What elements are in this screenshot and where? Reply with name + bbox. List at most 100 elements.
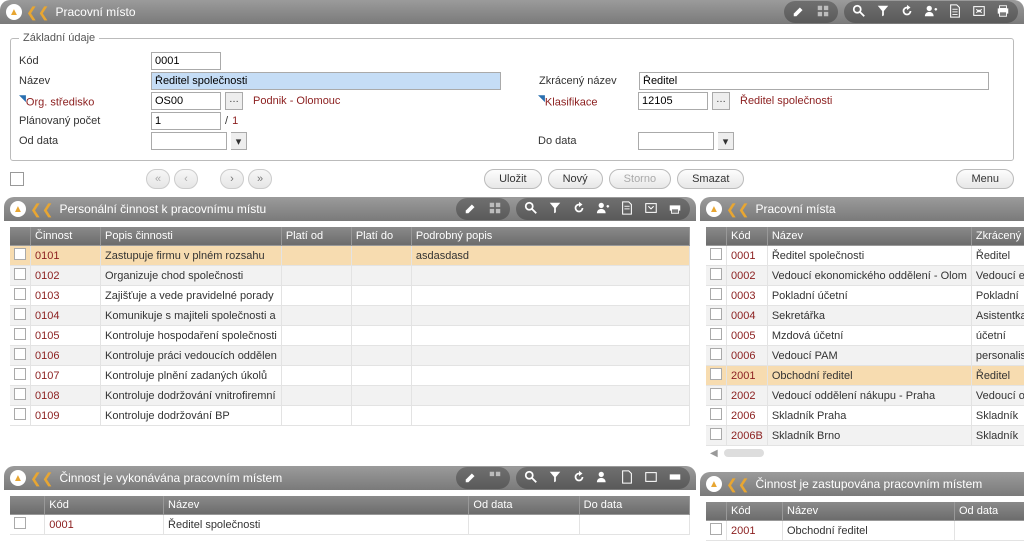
document-icon[interactable] xyxy=(620,470,634,487)
collapse-icon[interactable]: ▲ xyxy=(10,470,26,486)
table-row[interactable]: 0102Organizuje chod společnosti xyxy=(10,266,690,286)
edit-icon[interactable] xyxy=(464,470,478,487)
row-checkbox[interactable] xyxy=(710,428,722,440)
planovany-input[interactable] xyxy=(151,112,221,130)
table-row[interactable]: 0104Komunikuje s majiteli společnosti a xyxy=(10,306,690,326)
delete-button[interactable]: Smazat xyxy=(677,169,744,189)
dodata-dropdown-icon[interactable]: ▾ xyxy=(718,132,734,150)
table-row[interactable]: 0108Kontroluje dodržování vnitrofiremní xyxy=(10,386,690,406)
export-icon[interactable] xyxy=(972,4,986,21)
zast-grid[interactable]: Kód Název Od data 2001Obchodní ředitel xyxy=(706,502,1024,541)
nav-first-icon[interactable]: « xyxy=(146,169,170,189)
row-checkbox[interactable] xyxy=(710,408,722,420)
filter-icon[interactable] xyxy=(548,470,562,487)
collapse-icon[interactable]: ▲ xyxy=(706,201,722,217)
klas-input[interactable] xyxy=(638,92,708,110)
row-checkbox[interactable] xyxy=(14,348,26,360)
nav-next-icon[interactable]: › xyxy=(220,169,244,189)
scroll-left-icon[interactable]: ◀ xyxy=(710,448,718,459)
row-checkbox[interactable] xyxy=(14,388,26,400)
print-icon[interactable] xyxy=(996,4,1010,21)
document-icon[interactable] xyxy=(948,4,962,21)
table-row[interactable]: 0005Mzdová účetníúčetní xyxy=(706,326,1024,346)
table-row[interactable]: 2002Vedoucí oddělení nákupu - PrahaVedou… xyxy=(706,386,1024,406)
kod-input[interactable] xyxy=(151,52,221,70)
row-checkbox[interactable] xyxy=(14,328,26,340)
row-checkbox[interactable] xyxy=(710,348,722,360)
new-button[interactable]: Nový xyxy=(548,169,603,189)
table-row[interactable]: 2001Obchodní ředitel xyxy=(706,521,1024,541)
open-menu-icon[interactable]: ❮❮ xyxy=(726,201,749,218)
dodata-input[interactable] xyxy=(638,132,714,150)
table-row[interactable]: 2006Skladník PrahaSkladník xyxy=(706,406,1024,426)
user-icon[interactable] xyxy=(596,201,610,218)
search-icon[interactable] xyxy=(524,201,538,218)
print-icon[interactable] xyxy=(668,201,682,218)
open-menu-icon[interactable]: ❮❮ xyxy=(26,4,49,21)
table-row[interactable]: 2006BSkladník BrnoSkladník xyxy=(706,426,1024,446)
collapse-icon[interactable]: ▲ xyxy=(10,201,26,217)
row-checkbox[interactable] xyxy=(14,517,26,529)
document-icon[interactable] xyxy=(620,201,634,218)
table-row[interactable]: 0105Kontroluje hospodaření společnosti xyxy=(10,326,690,346)
oddata-dropdown-icon[interactable]: ▾ xyxy=(231,132,247,150)
table-row[interactable]: 0006Vedoucí PAMpersonalista xyxy=(706,346,1024,366)
selectall-checkbox[interactable] xyxy=(10,172,24,186)
collapse-icon[interactable]: ▲ xyxy=(6,4,22,20)
table-row[interactable]: 0106Kontroluje práci vedoucích oddělen xyxy=(10,346,690,366)
mista-grid[interactable]: Kód Název Zkrácený náze 0001Ředitel spol… xyxy=(706,227,1024,446)
table-row[interactable]: 0004SekretářkaAsistentka xyxy=(706,306,1024,326)
row-checkbox[interactable] xyxy=(710,328,722,340)
cinnost-grid[interactable]: Činnost Popis činnosti Platí od Platí do… xyxy=(10,227,690,426)
edit-icon[interactable] xyxy=(464,201,478,218)
row-checkbox[interactable] xyxy=(14,248,26,260)
save-button[interactable]: Uložit xyxy=(484,169,542,189)
open-menu-icon[interactable]: ❮❮ xyxy=(30,470,53,487)
export-icon[interactable] xyxy=(644,470,658,487)
scrollbar[interactable] xyxy=(724,449,764,457)
row-checkbox[interactable] xyxy=(14,408,26,420)
org-input[interactable] xyxy=(151,92,221,110)
vykon-grid[interactable]: Kód Název Od data Do data 0001Ředitel sp… xyxy=(10,496,690,535)
row-checkbox[interactable] xyxy=(14,288,26,300)
row-checkbox[interactable] xyxy=(710,368,722,380)
table-row[interactable]: 0001Ředitel společnosti xyxy=(10,515,690,535)
refresh-icon[interactable] xyxy=(572,470,586,487)
open-menu-icon[interactable]: ❮❮ xyxy=(726,476,749,493)
table-row[interactable]: 0002Vedoucí ekonomického oddělení - Olom… xyxy=(706,266,1024,286)
filter-icon[interactable] xyxy=(876,4,890,21)
row-checkbox[interactable] xyxy=(710,268,722,280)
search-icon[interactable] xyxy=(852,4,866,21)
table-row[interactable]: 2001Obchodní ředitelŘeditel xyxy=(706,366,1024,386)
row-checkbox[interactable] xyxy=(710,248,722,260)
export-icon[interactable] xyxy=(644,201,658,218)
user-icon[interactable] xyxy=(596,470,610,487)
user-icon[interactable] xyxy=(924,4,938,21)
row-checkbox[interactable] xyxy=(710,523,722,535)
row-checkbox[interactable] xyxy=(710,308,722,320)
table-row[interactable]: 0109Kontroluje dodržování BP xyxy=(10,406,690,426)
klas-picker-icon[interactable]: … xyxy=(712,92,730,110)
refresh-icon[interactable] xyxy=(900,4,914,21)
table-row[interactable]: 0103Zajišťuje a vede pravidelné porady xyxy=(10,286,690,306)
klas-link[interactable]: ◥Klasifikace xyxy=(538,93,634,109)
collapse-icon[interactable]: ▲ xyxy=(706,476,722,492)
table-row[interactable]: 0101Zastupuje firmu v plném rozsahuasdas… xyxy=(10,246,690,266)
oddata-input[interactable] xyxy=(151,132,227,150)
row-checkbox[interactable] xyxy=(14,268,26,280)
row-checkbox[interactable] xyxy=(710,388,722,400)
search-icon[interactable] xyxy=(524,470,538,487)
org-picker-icon[interactable]: … xyxy=(225,92,243,110)
refresh-icon[interactable] xyxy=(572,201,586,218)
print-icon[interactable] xyxy=(668,470,682,487)
row-checkbox[interactable] xyxy=(710,288,722,300)
nav-last-icon[interactable]: » xyxy=(248,169,272,189)
open-menu-icon[interactable]: ❮❮ xyxy=(30,201,53,218)
nav-prev-icon[interactable]: ‹ xyxy=(174,169,198,189)
menu-button[interactable]: Menu xyxy=(956,169,1014,189)
org-link[interactable]: ◥Org. středisko xyxy=(19,93,147,109)
row-checkbox[interactable] xyxy=(14,308,26,320)
filter-icon[interactable] xyxy=(548,201,562,218)
nazev-input[interactable] xyxy=(151,72,501,90)
table-row[interactable]: 0001Ředitel společnostiŘeditel xyxy=(706,246,1024,266)
